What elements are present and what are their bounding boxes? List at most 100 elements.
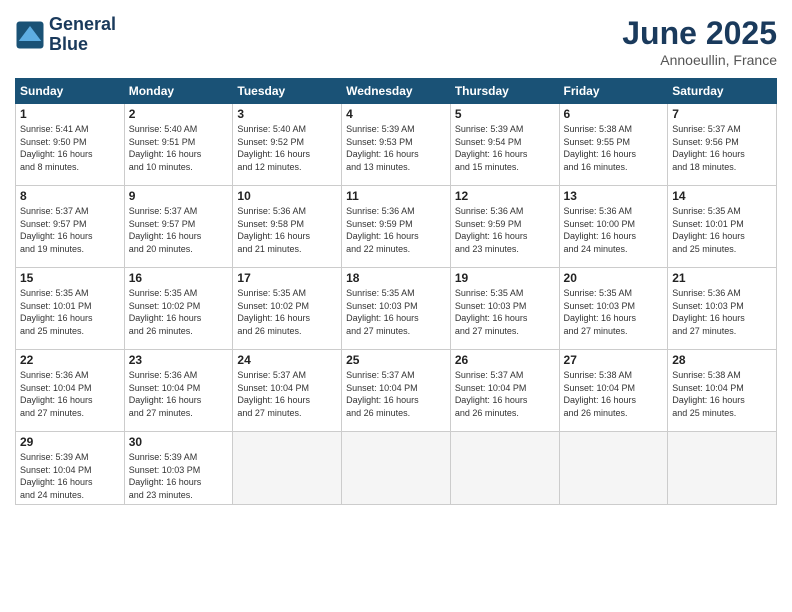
calendar-cell: 8 Sunrise: 5:37 AMSunset: 9:57 PMDaylight… (16, 186, 125, 268)
day-number: 27 (564, 353, 664, 367)
calendar-cell: 15 Sunrise: 5:35 AMSunset: 10:01 PMDaylig… (16, 268, 125, 350)
day-number: 1 (20, 107, 120, 121)
calendar-cell: 20Sunrise: 5:35 AMSunset: 10:03 PMDaylig… (559, 268, 668, 350)
day-info: Sunrise: 5:35 AMSunset: 10:03 PMDaylight… (346, 287, 446, 337)
day-number: 18 (346, 271, 446, 285)
day-number: 14 (672, 189, 772, 203)
day-number: 5 (455, 107, 555, 121)
day-number: 15 (20, 271, 120, 285)
day-number: 24 (237, 353, 337, 367)
header: General Blue June 2025 Annoeullin, Franc… (15, 15, 777, 68)
calendar-cell: 23 Sunrise: 5:36 AMSunset: 10:04 PMDaylig… (124, 350, 233, 432)
calendar-cell (233, 432, 342, 505)
day-info: Sunrise: 5:39 AMSunset: 9:53 PMDaylight:… (346, 123, 446, 173)
day-number: 25 (346, 353, 446, 367)
title-block: June 2025 Annoeullin, France (622, 15, 777, 68)
day-info: Sunrise: 5:36 AMSunset: 10:00 PMDaylight… (564, 205, 664, 255)
calendar-cell: 5 Sunrise: 5:39 AMSunset: 9:54 PMDaylight… (450, 104, 559, 186)
day-info: Sunrise: 5:35 AMSunset: 10:01 PMDaylight… (672, 205, 772, 255)
calendar-cell: 11Sunrise: 5:36 AMSunset: 9:59 PMDayligh… (342, 186, 451, 268)
day-info: Sunrise: 5:36 AMSunset: 10:04 PMDaylight… (20, 369, 120, 419)
day-number: 29 (20, 435, 120, 449)
calendar-cell: 28 Sunrise: 5:38 AMSunset: 10:04 PMDaylig… (668, 350, 777, 432)
calendar-cell (450, 432, 559, 505)
calendar-cell: 30Sunrise: 5:39 AMSunset: 10:03 PMDaylig… (124, 432, 233, 505)
calendar: SundayMondayTuesdayWednesdayThursdayFrid… (15, 78, 777, 505)
day-info: Sunrise: 5:35 AMSunset: 10:03 PMDaylight… (455, 287, 555, 337)
day-number: 26 (455, 353, 555, 367)
day-number: 23 (129, 353, 229, 367)
calendar-cell: 21 Sunrise: 5:36 AMSunset: 10:03 PMDaylig… (668, 268, 777, 350)
calendar-cell: 2 Sunrise: 5:40 AMSunset: 9:51 PMDaylight… (124, 104, 233, 186)
header-tuesday: Tuesday (233, 79, 342, 104)
day-number: 11 (346, 189, 446, 203)
header-sunday: Sunday (16, 79, 125, 104)
day-number: 17 (237, 271, 337, 285)
day-number: 6 (564, 107, 664, 121)
day-info: Sunrise: 5:36 AMSunset: 10:04 PMDaylight… (129, 369, 229, 419)
day-info: Sunrise: 5:36 AMSunset: 10:03 PMDaylight… (672, 287, 772, 337)
day-info: Sunrise: 5:35 AMSunset: 10:02 PMDaylight… (129, 287, 229, 337)
calendar-cell: 3Sunrise: 5:40 AMSunset: 9:52 PMDaylight… (233, 104, 342, 186)
day-info: Sunrise: 5:39 AMSunset: 9:54 PMDaylight:… (455, 123, 555, 173)
calendar-cell: 4Sunrise: 5:39 AMSunset: 9:53 PMDaylight… (342, 104, 451, 186)
header-friday: Friday (559, 79, 668, 104)
calendar-cell: 12 Sunrise: 5:36 AMSunset: 9:59 PMDayligh… (450, 186, 559, 268)
day-info: Sunrise: 5:37 AMSunset: 9:57 PMDaylight:… (20, 205, 120, 255)
day-number: 2 (129, 107, 229, 121)
calendar-cell: 7 Sunrise: 5:37 AMSunset: 9:56 PMDaylight… (668, 104, 777, 186)
calendar-header-row: SundayMondayTuesdayWednesdayThursdayFrid… (16, 79, 777, 104)
day-info: Sunrise: 5:36 AMSunset: 9:58 PMDaylight:… (237, 205, 337, 255)
day-number: 9 (129, 189, 229, 203)
calendar-cell (668, 432, 777, 505)
day-number: 3 (237, 107, 337, 121)
day-number: 22 (20, 353, 120, 367)
calendar-cell: 27 Sunrise: 5:38 AMSunset: 10:04 PMDaylig… (559, 350, 668, 432)
day-info: Sunrise: 5:38 AMSunset: 10:04 PMDaylight… (564, 369, 664, 419)
logo-line1: General (49, 15, 116, 35)
calendar-cell: 24Sunrise: 5:37 AMSunset: 10:04 PMDaylig… (233, 350, 342, 432)
day-number: 21 (672, 271, 772, 285)
calendar-cell: 26Sunrise: 5:37 AMSunset: 10:04 PMDaylig… (450, 350, 559, 432)
page: General Blue June 2025 Annoeullin, Franc… (0, 0, 792, 612)
calendar-cell: 16Sunrise: 5:35 AMSunset: 10:02 PMDaylig… (124, 268, 233, 350)
day-info: Sunrise: 5:35 AMSunset: 10:01 PMDaylight… (20, 287, 120, 337)
calendar-cell: 25 Sunrise: 5:37 AMSunset: 10:04 PMDaylig… (342, 350, 451, 432)
day-info: Sunrise: 5:35 AMSunset: 10:02 PMDaylight… (237, 287, 337, 337)
calendar-cell: 1 Sunrise: 5:41 AMSunset: 9:50 PMDaylight… (16, 104, 125, 186)
logo: General Blue (15, 15, 116, 55)
logo-text: General Blue (49, 15, 116, 55)
week-row-3: 15 Sunrise: 5:35 AMSunset: 10:01 PMDaylig… (16, 268, 777, 350)
calendar-cell: 10Sunrise: 5:36 AMSunset: 9:58 PMDayligh… (233, 186, 342, 268)
day-info: Sunrise: 5:38 AMSunset: 10:04 PMDaylight… (672, 369, 772, 419)
day-number: 12 (455, 189, 555, 203)
calendar-cell: 17 Sunrise: 5:35 AMSunset: 10:02 PMDaylig… (233, 268, 342, 350)
week-row-2: 8 Sunrise: 5:37 AMSunset: 9:57 PMDaylight… (16, 186, 777, 268)
day-number: 19 (455, 271, 555, 285)
day-number: 13 (564, 189, 664, 203)
header-wednesday: Wednesday (342, 79, 451, 104)
calendar-cell: 14 Sunrise: 5:35 AMSunset: 10:01 PMDaylig… (668, 186, 777, 268)
calendar-cell (342, 432, 451, 505)
day-number: 28 (672, 353, 772, 367)
day-info: Sunrise: 5:38 AMSunset: 9:55 PMDaylight:… (564, 123, 664, 173)
header-saturday: Saturday (668, 79, 777, 104)
week-row-5: 29 Sunrise: 5:39 AMSunset: 10:04 PMDaylig… (16, 432, 777, 505)
location: Annoeullin, France (622, 52, 777, 68)
day-info: Sunrise: 5:36 AMSunset: 9:59 PMDaylight:… (455, 205, 555, 255)
day-info: Sunrise: 5:37 AMSunset: 10:04 PMDaylight… (346, 369, 446, 419)
day-info: Sunrise: 5:39 AMSunset: 10:03 PMDaylight… (129, 451, 229, 501)
month-title: June 2025 (622, 15, 777, 52)
calendar-cell: 13 Sunrise: 5:36 AMSunset: 10:00 PMDaylig… (559, 186, 668, 268)
day-number: 8 (20, 189, 120, 203)
week-row-1: 1 Sunrise: 5:41 AMSunset: 9:50 PMDaylight… (16, 104, 777, 186)
calendar-cell: 18 Sunrise: 5:35 AMSunset: 10:03 PMDaylig… (342, 268, 451, 350)
day-info: Sunrise: 5:40 AMSunset: 9:51 PMDaylight:… (129, 123, 229, 173)
day-info: Sunrise: 5:39 AMSunset: 10:04 PMDaylight… (20, 451, 120, 501)
day-number: 7 (672, 107, 772, 121)
day-info: Sunrise: 5:37 AMSunset: 9:56 PMDaylight:… (672, 123, 772, 173)
week-row-4: 22 Sunrise: 5:36 AMSunset: 10:04 PMDaylig… (16, 350, 777, 432)
day-info: Sunrise: 5:41 AMSunset: 9:50 PMDaylight:… (20, 123, 120, 173)
calendar-cell: 19 Sunrise: 5:35 AMSunset: 10:03 PMDaylig… (450, 268, 559, 350)
calendar-cell: 6 Sunrise: 5:38 AMSunset: 9:55 PMDaylight… (559, 104, 668, 186)
